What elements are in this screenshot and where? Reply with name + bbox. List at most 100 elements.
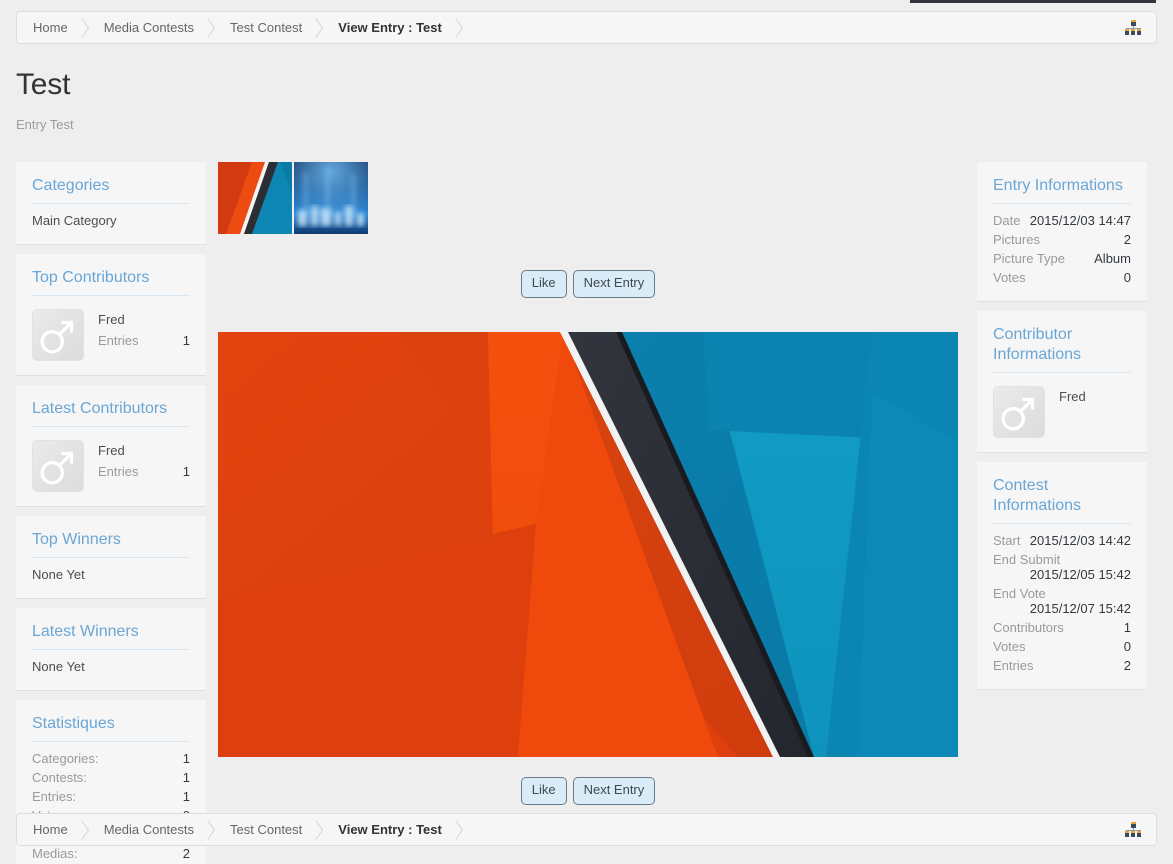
sitemap-icon-glyph	[1124, 822, 1142, 837]
next-entry-button-bottom[interactable]: Next Entry	[572, 776, 656, 805]
thumbnail-orange-abstract[interactable]	[218, 162, 292, 234]
contributor-row[interactable]: Fred	[993, 380, 1131, 438]
latest-winners-empty: None Yet	[32, 659, 85, 674]
sitemap-icon-glyph	[1124, 20, 1142, 35]
contributor-entries-value: 1	[182, 464, 190, 479]
page-root: Home Media Contests Test Contest View En…	[0, 0, 1173, 864]
top-admin-bar-fragment	[910, 0, 1156, 3]
entry-info-label: Votes	[993, 270, 1026, 285]
left-sidebar: Categories Main Category Top Contributor…	[16, 162, 206, 864]
breadcrumb-tail	[462, 12, 482, 43]
contest-info-label: End Submit	[993, 552, 1061, 567]
contributor-name: Fred	[1059, 389, 1086, 404]
widget-entry-informations: Entry Informations Date 2015/12/03 14:47…	[977, 162, 1147, 302]
contest-info-row: Votes 0	[993, 637, 1131, 656]
entry-info-value: Album	[1094, 251, 1131, 266]
breadcrumb-bottom: Home Media Contests Test Contest View En…	[16, 813, 1157, 846]
entry-info-row: Pictures 2	[993, 230, 1131, 249]
sitemap-icon[interactable]	[1116, 814, 1150, 845]
stat-row: Categories: 1	[32, 749, 190, 768]
stat-label: Medias:	[32, 846, 78, 861]
widget-contest-informations: Contest Informations Start 2015/12/03 14…	[977, 462, 1147, 690]
page-title: Test	[16, 68, 71, 101]
contributor-entries: Entries 1	[98, 464, 190, 479]
entry-info-row: Picture Type Album	[993, 249, 1131, 268]
contest-info-row: Contributors 1	[993, 618, 1131, 637]
breadcrumb-item-test-contest[interactable]: Test Contest	[214, 12, 322, 43]
next-entry-button-top[interactable]: Next Entry	[572, 270, 656, 298]
contributor-entries-label: Entries	[98, 464, 139, 479]
entry-info-label: Picture Type	[993, 251, 1066, 266]
top-winners-empty: None Yet	[32, 567, 85, 582]
breadcrumb-item-media-contests[interactable]: Media Contests	[88, 12, 214, 43]
action-buttons-bottom: Like Next Entry	[218, 776, 958, 805]
contest-info-value: 2015/12/05 15:42	[1029, 567, 1131, 582]
contest-info-row: Entries 2	[993, 656, 1131, 675]
stat-value: 1	[182, 770, 190, 785]
contest-info-label: End Vote	[993, 586, 1046, 601]
contest-info-label: Start	[993, 533, 1021, 548]
contributor-name: Fred	[98, 443, 125, 458]
stat-value: 2	[182, 846, 190, 861]
list-item-body: Fred Entries 1	[98, 440, 190, 479]
contest-info-label: Votes	[993, 639, 1026, 654]
widget-entry-informations-title: Entry Informations	[993, 176, 1131, 204]
breadcrumb-item-test-contest[interactable]: Test Contest	[214, 814, 322, 845]
avatar	[32, 309, 84, 361]
breadcrumb-item-home[interactable]: Home	[17, 814, 88, 845]
breadcrumb-items-top: Home Media Contests Test Contest View En…	[17, 12, 1116, 43]
avatar	[32, 440, 84, 492]
contest-info-label: Entries	[993, 658, 1034, 673]
breadcrumb-item-view-entry: View Entry : Test	[322, 814, 462, 845]
page-subtitle: Entry Test	[16, 117, 74, 132]
entry-info-label: Pictures	[993, 232, 1040, 247]
like-button-bottom[interactable]: Like	[520, 776, 567, 805]
thumbnail-strip	[218, 162, 958, 234]
widget-top-winners: Top Winners None Yet	[16, 516, 206, 599]
stat-label: Contests:	[32, 770, 87, 785]
stat-label: Entries:	[32, 789, 77, 804]
list-item[interactable]: Fred Entries 1	[32, 434, 190, 492]
thumbnail-blue-abstract[interactable]	[294, 162, 368, 234]
list-item[interactable]: Fred Entries 1	[32, 303, 190, 361]
entry-info-value: 2015/12/03 14:47	[1029, 213, 1131, 228]
widget-top-contributors-title: Top Contributors	[32, 268, 190, 296]
widget-latest-winners-title: Latest Winners	[32, 622, 190, 650]
breadcrumb-item-view-entry: View Entry : Test	[322, 12, 462, 43]
category-item[interactable]: Main Category	[32, 211, 190, 230]
contest-info-row: Start 2015/12/03 14:42	[993, 531, 1131, 550]
featured-image[interactable]	[218, 331, 958, 757]
widget-categories: Categories Main Category	[16, 162, 206, 245]
breadcrumb-tail	[462, 814, 482, 845]
widget-latest-contributors-title: Latest Contributors	[32, 399, 190, 427]
breadcrumb-item-media-contests[interactable]: Media Contests	[88, 814, 214, 845]
action-buttons-top: Like Next Entry	[218, 270, 958, 298]
contest-info-value: 2	[1123, 658, 1131, 673]
widget-categories-title: Categories	[32, 176, 190, 204]
like-button-top[interactable]: Like	[520, 270, 567, 298]
breadcrumb-items-bottom: Home Media Contests Test Contest View En…	[17, 814, 1116, 845]
sitemap-icon[interactable]	[1116, 12, 1150, 43]
entry-info-label: Date	[993, 213, 1021, 228]
main-content: Like Next Entry Like Next Entry	[218, 162, 958, 805]
widget-statistiques-title: Statistiques	[32, 714, 190, 742]
widget-top-winners-title: Top Winners	[32, 530, 190, 558]
contest-info-value: 2015/12/07 15:42	[1029, 601, 1131, 616]
widget-contest-informations-title: Contest Informations	[993, 476, 1131, 524]
right-sidebar: Entry Informations Date 2015/12/03 14:47…	[977, 162, 1147, 699]
stat-value: 1	[182, 751, 190, 766]
contest-info-value: 2015/12/03 14:42	[1029, 533, 1131, 548]
contest-info-value: 0	[1123, 639, 1131, 654]
contributor-entries-label: Entries	[98, 333, 139, 348]
contest-info-value: 1	[1123, 620, 1131, 635]
contest-info-label: Contributors	[993, 620, 1064, 635]
contributor-name: Fred	[98, 312, 125, 327]
contest-info-row: End Vote 2015/12/07 15:42	[993, 584, 1131, 618]
widget-top-contributors: Top Contributors Fred Entries 1	[16, 254, 206, 376]
list-item-body: Fred Entries 1	[98, 309, 190, 348]
widget-latest-winners: Latest Winners None Yet	[16, 608, 206, 691]
breadcrumb-top: Home Media Contests Test Contest View En…	[16, 11, 1157, 44]
contest-info-row: End Submit 2015/12/05 15:42	[993, 550, 1131, 584]
contributor-entries-value: 1	[182, 333, 190, 348]
breadcrumb-item-home[interactable]: Home	[17, 12, 88, 43]
